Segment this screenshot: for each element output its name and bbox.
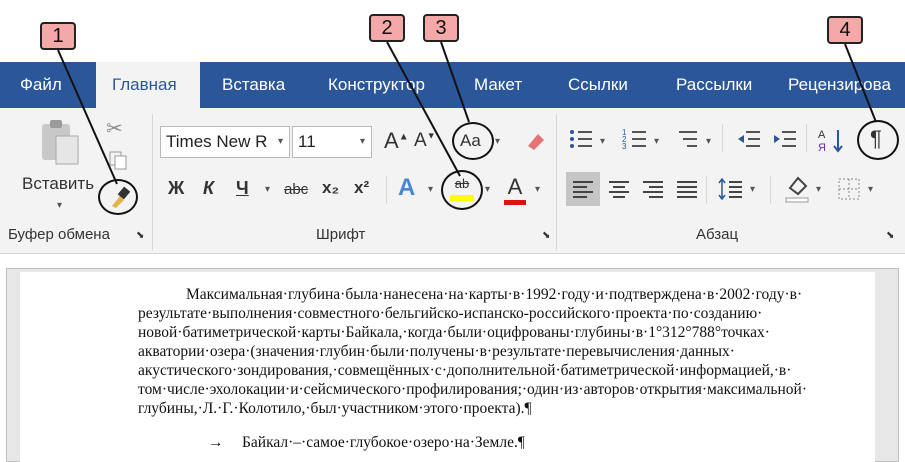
paste-dropdown-icon[interactable]: ▾ [57,200,62,211]
change-case-button[interactable]: Aa [460,131,481,151]
bold-button[interactable]: Ж [168,178,184,199]
font-size-select[interactable]: 11 ▾ [292,126,372,158]
separator [386,176,387,204]
cut-icon[interactable]: ✂ [106,116,123,141]
chevron-down-icon: ▾ [359,136,365,147]
sort-icon[interactable]: AЯ [818,126,844,159]
paste-button[interactable]: Вставить [22,174,94,194]
paragraph-group-label: Абзац [696,226,739,243]
format-painter-icon[interactable] [106,184,132,215]
paragraph-line: Максимальная·глубина·была·нанесена·на·ка… [186,286,803,303]
font-color-bar [504,200,526,205]
separator [770,176,771,204]
document-page[interactable]: Максимальная·глубина·была·нанесена·на·ка… [20,272,875,462]
chevron-down-icon[interactable]: ▾ [495,136,500,147]
numbering-icon[interactable]: 123 [622,126,648,157]
chevron-down-icon: ▾ [277,136,283,147]
bullets-icon[interactable] [568,126,594,157]
separator [722,124,723,152]
shrink-font-icon[interactable]: A▼ [414,130,436,152]
justify-icon[interactable] [674,176,700,207]
separator [556,114,557,250]
paragraph-line: том·числе·эхолокации·и·сейсмического·про… [138,381,807,398]
chevron-down-icon[interactable]: ▾ [535,184,540,195]
callout-3: 3 [423,14,459,42]
line-spacing-icon[interactable] [718,176,744,207]
highlight-icon: ab [454,176,470,191]
tab-design[interactable]: Конструктор [328,62,425,108]
font-launcher-icon[interactable]: ⬊ [542,230,550,241]
chevron-down-icon[interactable]: ▾ [485,184,490,195]
callout-2: 2 [369,14,405,42]
chevron-down-icon[interactable]: ▾ [706,136,711,147]
highlight-color-button[interactable]: ab [450,175,474,201]
tab-file[interactable]: Файл [20,62,62,108]
clear-formatting-icon[interactable] [522,128,548,159]
tab-mailings[interactable]: Рассылки [676,62,752,108]
text-effects-button[interactable]: A [398,174,415,202]
paragraph-line: глубины,·Л.·Г.·Колотило,·был·участником·… [138,400,532,417]
separator [806,124,807,152]
copy-icon[interactable] [108,150,128,175]
align-left-button[interactable] [566,172,600,206]
separator [706,176,707,204]
tab-references[interactable]: Ссылки [568,62,628,108]
show-formatting-marks-button[interactable]: ¶ [870,126,882,152]
chevron-down-icon[interactable]: ▾ [868,184,873,195]
tab-arrow: → [208,434,224,451]
separator [152,114,153,250]
tab-layout[interactable]: Макет [474,62,522,108]
paragraph-launcher-icon[interactable]: ⬊ [886,230,894,241]
paste-icon[interactable] [38,118,82,168]
align-center-icon[interactable] [606,176,632,207]
ribbon-tab-bar: Файл Главная Вставка Конструктор Макет С… [0,62,905,108]
paragraph-line: акватории·озера·(значения·глубин·были·по… [138,343,735,360]
font-family-select[interactable]: Times New R ▾ [160,126,290,158]
decrease-indent-icon[interactable] [736,126,762,157]
underline-button[interactable]: Ч [236,178,249,199]
chevron-down-icon[interactable]: ▾ [654,136,659,147]
callout-1: 1 [40,22,76,50]
svg-text:3: 3 [622,142,627,151]
clipboard-group-label: Буфер обмена [8,226,110,243]
chevron-down-icon[interactable]: ▾ [600,136,605,147]
font-color-icon: A [507,174,523,199]
shading-icon[interactable] [784,174,810,209]
clipboard-launcher-icon[interactable]: ⬊ [136,230,144,241]
chevron-down-icon[interactable]: ▾ [816,184,821,195]
chevron-down-icon[interactable]: ▾ [750,184,755,195]
tab-review[interactable]: Рецензирова [788,62,891,108]
tab-insert[interactable]: Вставка [222,62,285,108]
paragraph-line: акустического·зондирования,·совмещённых·… [138,362,792,379]
increase-indent-icon[interactable] [772,126,798,157]
paragraph-line: Байкал·–·самое·глубокое·озеро·на·Земле.¶ [242,434,525,451]
borders-icon[interactable] [836,176,862,207]
tab-home[interactable]: Главная [96,62,200,108]
multilevel-list-icon[interactable] [675,126,701,157]
italic-button[interactable]: К [203,178,214,199]
highlight-color-bar [450,195,474,201]
paragraph-line: результате·выполнения·совместного·бельги… [138,305,763,322]
svg-text:A: A [818,129,826,141]
subscript-button[interactable]: x₂ [322,178,339,198]
paragraph-line: новой·батиметрической·карты·Байкала,·ког… [138,324,770,341]
font-color-button[interactable]: A [504,174,526,205]
superscript-button[interactable]: x² [354,178,369,198]
font-group-label: Шрифт [316,226,366,243]
callout-4: 4 [827,16,863,44]
chevron-down-icon[interactable]: ▾ [265,184,270,195]
strikethrough-button[interactable]: abc [284,181,308,198]
align-right-icon[interactable] [640,176,666,207]
svg-text:Я: Я [818,142,826,154]
grow-font-icon[interactable]: A▲ [384,128,409,154]
font-family-value: Times New R [166,132,268,151]
chevron-down-icon[interactable]: ▾ [428,184,433,195]
font-size-value: 11 [298,132,316,151]
